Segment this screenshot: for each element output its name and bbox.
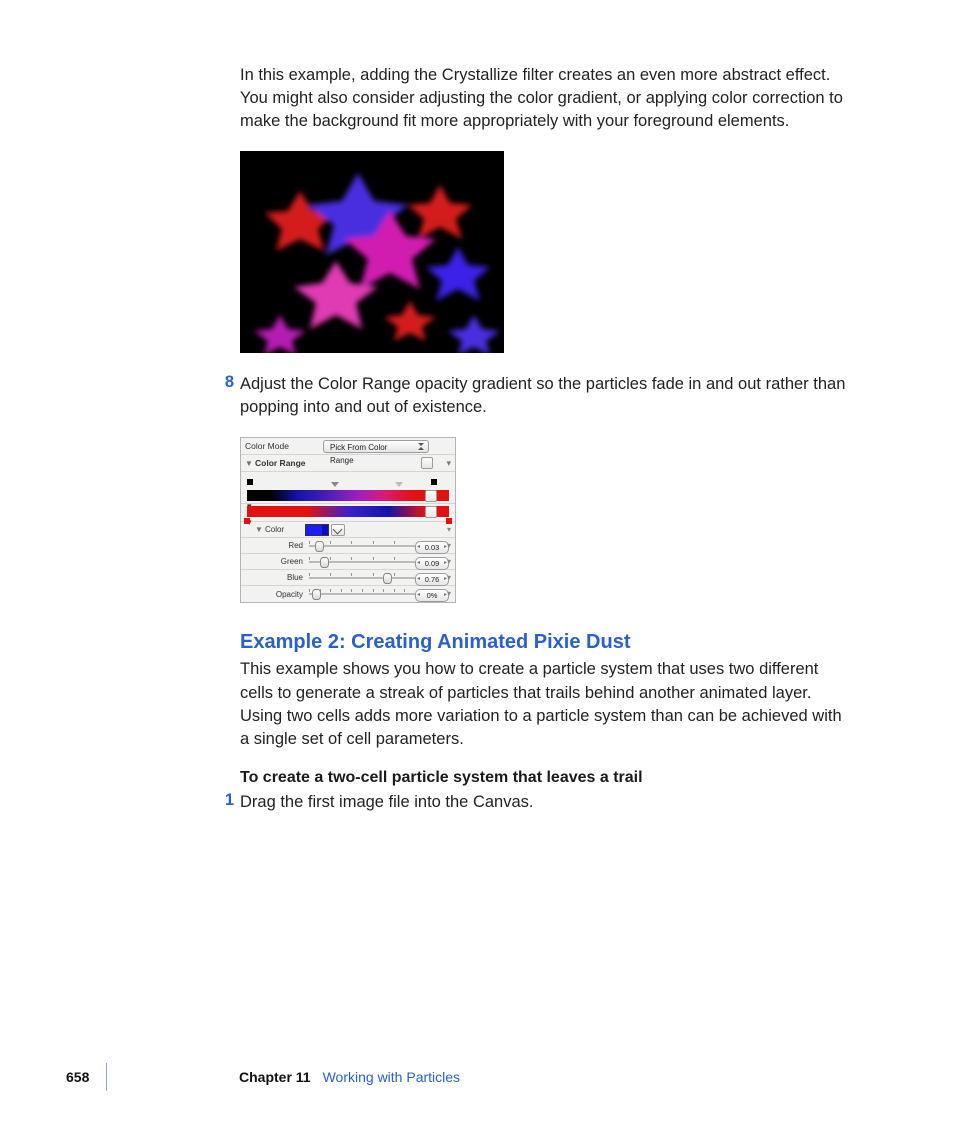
gradient-preset-button[interactable]: [421, 457, 433, 469]
param-red-slider[interactable]: 0.03: [309, 541, 451, 551]
slider-knob[interactable]: [312, 589, 321, 600]
color-subgroup-row[interactable]: ▼ Color ▾: [241, 522, 455, 538]
inspector-panel: Color Mode Pick From Color Range ▼ Color…: [240, 437, 456, 603]
opacity-gradient-bar: [247, 506, 449, 517]
param-label: Red: [245, 541, 309, 550]
color-gradient-editor[interactable]: ▾: [241, 472, 455, 504]
gradient-preview-bar: [247, 490, 449, 501]
color-mode-dropdown[interactable]: Pick From Color Range: [323, 440, 429, 453]
gradient-midpoint-icon[interactable]: [331, 482, 339, 487]
content-column: In this example, adding the Crystallize …: [240, 64, 850, 820]
disclosure-triangle-icon[interactable]: ▼: [245, 459, 253, 468]
footer-separator: [106, 1063, 107, 1091]
color-mode-label: Color Mode: [245, 441, 307, 451]
param-green-slider[interactable]: 0.09: [309, 557, 451, 567]
param-opacity-slider[interactable]: 0%: [309, 589, 451, 599]
param-label: Blue: [245, 573, 309, 582]
step-text: Drag the first image file into the Canva…: [240, 791, 850, 814]
crystallize-figure-svg: [240, 151, 504, 353]
gradient-direction-button[interactable]: [425, 490, 437, 502]
step-text: Adjust the Color Range opacity gradient …: [240, 373, 850, 419]
crystallize-figure: [240, 151, 504, 353]
slider-knob[interactable]: [320, 557, 329, 568]
row-menu-icon[interactable]: ▾: [447, 573, 451, 582]
slider-knob[interactable]: [315, 541, 324, 552]
param-value-stepper[interactable]: 0.76: [415, 573, 449, 586]
color-swatch[interactable]: [305, 524, 329, 536]
color-mode-row: Color Mode Pick From Color Range: [241, 438, 455, 455]
example-2-heading: Example 2: Creating Animated Pixie Dust: [240, 631, 850, 654]
param-value-stepper[interactable]: 0.03: [415, 541, 449, 554]
param-blue-row: Blue 0.76 ▾: [241, 570, 455, 586]
disclosure-triangle-icon[interactable]: ▼: [255, 525, 263, 534]
gradient-midpoint-icon[interactable]: [395, 482, 403, 487]
param-blue-slider[interactable]: 0.76: [309, 573, 451, 583]
row-menu-icon[interactable]: ▾: [447, 541, 451, 550]
param-value-stepper[interactable]: 0%: [415, 589, 449, 602]
page: In this example, adding the Crystallize …: [0, 0, 954, 1145]
task-heading: To create a two-cell particle system tha…: [240, 769, 850, 787]
gradient-stops-track[interactable]: [247, 476, 449, 488]
color-range-label: Color Range: [255, 458, 317, 468]
opacity-gradient-editor[interactable]: ▾: [241, 504, 455, 522]
row-menu-icon[interactable]: ▾: [447, 589, 451, 598]
param-value-stepper[interactable]: 0.09: [415, 557, 449, 570]
color-range-row[interactable]: ▼ Color Range ▾: [241, 455, 455, 472]
step-number: 1: [218, 791, 234, 810]
chapter-title: Working with Particles: [323, 1069, 460, 1085]
eyedropper-icon[interactable]: [331, 524, 345, 536]
chapter-label: Chapter 11: [239, 1069, 311, 1085]
step-number: 8: [218, 373, 234, 392]
intro-paragraph: In this example, adding the Crystallize …: [240, 64, 850, 133]
example-2-paragraph: This example shows you how to create a p…: [240, 658, 850, 750]
step-1: 1 Drag the first image file into the Can…: [240, 791, 850, 814]
page-number: 658: [66, 1069, 106, 1085]
param-label: Opacity: [245, 590, 309, 599]
step-8: 8 Adjust the Color Range opacity gradien…: [240, 373, 850, 419]
color-group-label: Color: [265, 525, 305, 534]
param-opacity-row: Opacity 0% ▾: [241, 586, 455, 602]
param-label: Green: [245, 557, 309, 566]
gradient-stop[interactable]: [431, 479, 437, 485]
row-menu-icon[interactable]: ▾: [447, 557, 451, 566]
param-green-row: Green 0.09 ▾: [241, 554, 455, 570]
row-menu-icon[interactable]: ▾: [446, 458, 451, 469]
page-footer: 658 Chapter 11 Working with Particles: [66, 1063, 460, 1091]
slider-knob[interactable]: [383, 573, 392, 584]
gradient-direction-button[interactable]: [425, 506, 437, 518]
param-red-row: Red 0.03 ▾: [241, 538, 455, 554]
row-menu-icon[interactable]: ▾: [447, 525, 451, 534]
gradient-stop[interactable]: [247, 479, 253, 485]
